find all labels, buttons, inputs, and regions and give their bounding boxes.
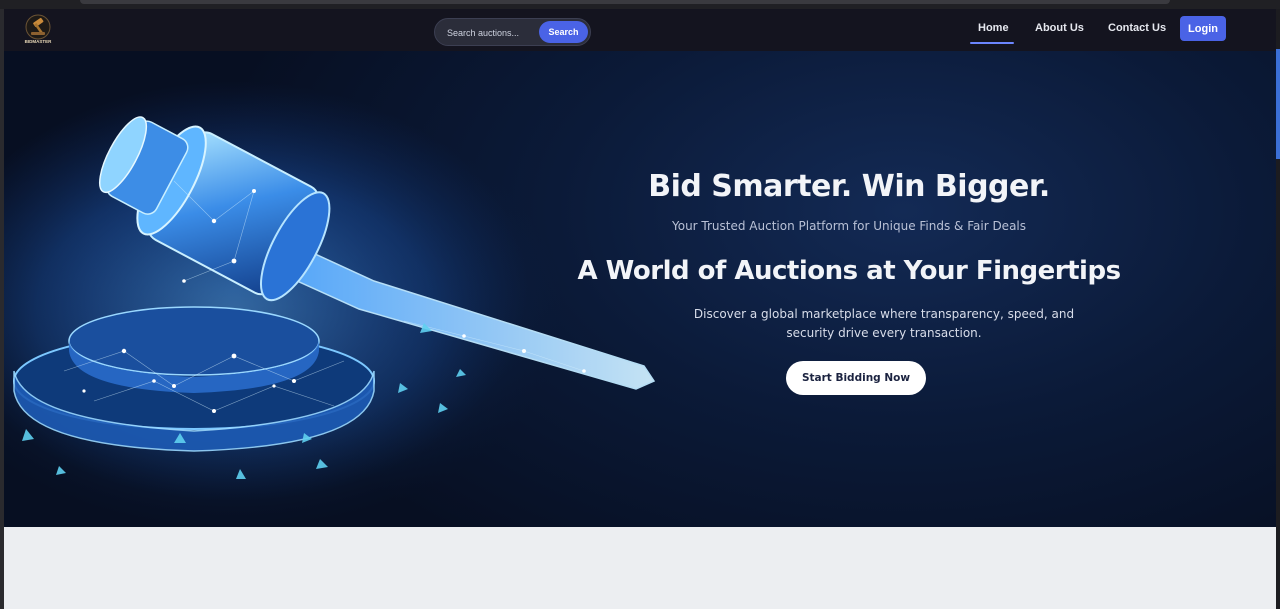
search-box: Search — [434, 18, 591, 46]
scrollbar-thumb[interactable] — [1276, 49, 1280, 159]
window-top-strip — [0, 0, 1280, 9]
web-page: BIDMASTER Search Home About Us Contact U… — [4, 9, 1276, 609]
browser-frame: BIDMASTER Search Home About Us Contact U… — [0, 0, 1280, 609]
start-bidding-button[interactable]: Start Bidding Now — [786, 361, 926, 395]
navbar: BIDMASTER Search Home About Us Contact U… — [4, 9, 1276, 51]
active-nav-indicator — [970, 42, 1014, 44]
nav-link-contact-us[interactable]: Contact Us — [1108, 22, 1166, 34]
content-section — [4, 527, 1276, 609]
search-button[interactable]: Search — [539, 21, 588, 43]
hero-description: Discover a global marketplace where tran… — [693, 307, 1075, 340]
address-bar-edge — [80, 0, 1170, 4]
gavel-logo-icon[interactable]: BIDMASTER — [20, 12, 56, 46]
hero-subheadline: A World of Auctions at Your Fingertips — [577, 256, 1121, 286]
nav-link-about-us[interactable]: About Us — [1035, 22, 1084, 34]
hero-tagline: Your Trusted Auction Platform for Unique… — [671, 219, 1027, 233]
nav-link-home[interactable]: Home — [978, 22, 1009, 34]
glowing-gavel-illustration — [4, 91, 656, 527]
search-input[interactable] — [447, 25, 537, 41]
logo-text: BIDMASTER — [25, 39, 52, 44]
login-button[interactable]: Login — [1180, 16, 1226, 41]
hero-section: Bid Smarter. Win Bigger. Your Trusted Au… — [4, 51, 1276, 527]
hero-headline: Bid Smarter. Win Bigger. — [648, 169, 1050, 204]
page-scrollbar[interactable] — [1276, 9, 1280, 609]
